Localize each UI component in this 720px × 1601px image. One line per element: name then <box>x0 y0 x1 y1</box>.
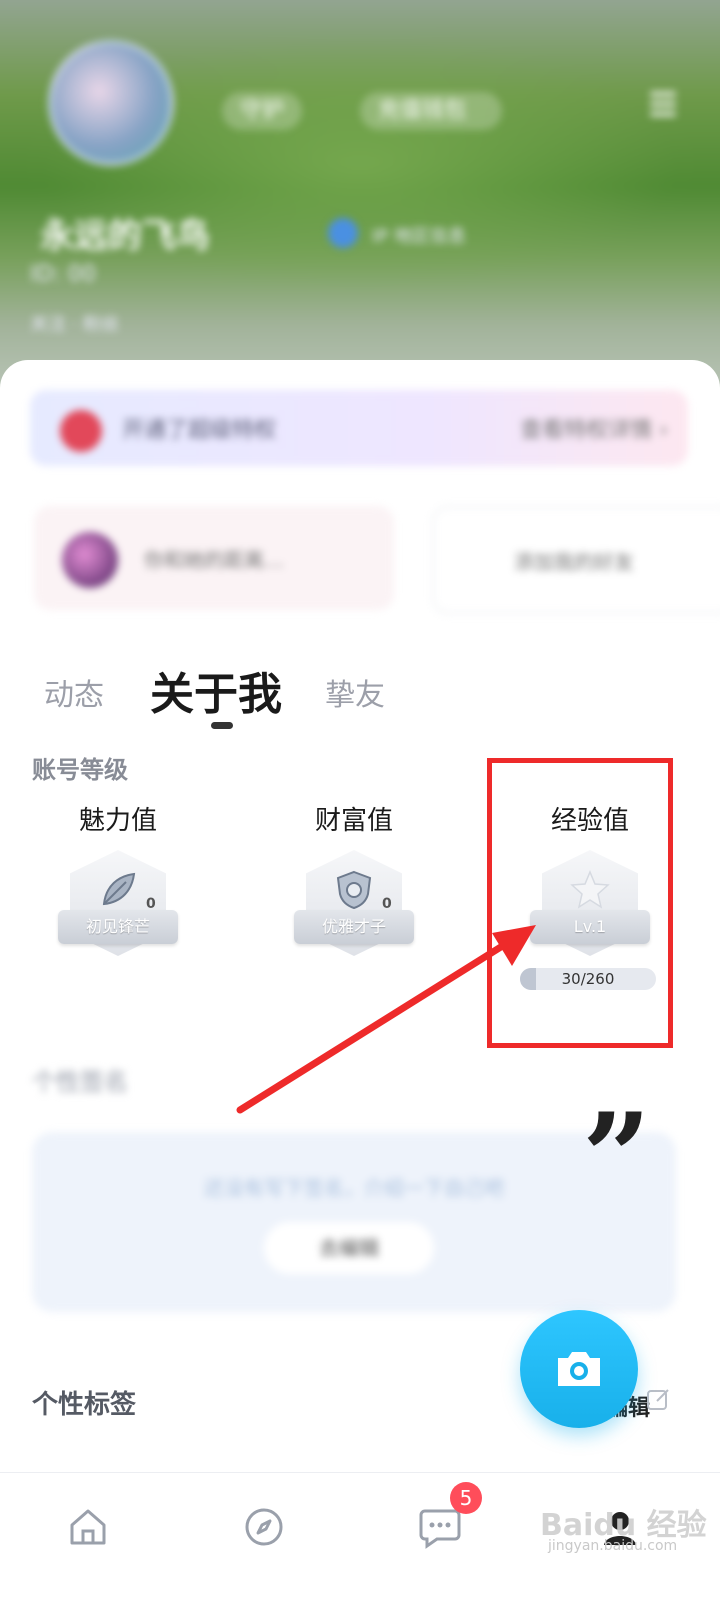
vip-banner[interactable]: 开通了超级特权 查看特权详情 › <box>30 390 688 466</box>
message-count-badge: 5 <box>450 1482 482 1514</box>
nav-discover[interactable] <box>234 1497 294 1557</box>
camera-icon <box>558 1352 600 1386</box>
tab-dynamic[interactable]: 动态 <box>44 670 104 714</box>
vip-banner-action[interactable]: 查看特权详情 › <box>520 412 668 444</box>
wallet-chip[interactable]: 充值钱包 <box>360 92 502 130</box>
tab-close-friends[interactable]: 挚友 <box>325 670 385 714</box>
guard-chip[interactable]: 守护 <box>222 92 303 130</box>
wealth-label: 财富值 <box>314 806 393 836</box>
camera-button[interactable] <box>520 1310 638 1428</box>
vip-icon <box>60 410 102 452</box>
vip-banner-text: 开通了超级特权 <box>122 418 277 443</box>
profile-header: 守护 充值钱包 永远的飞鸟 IP 地区信息 ID: 00 关注 · 粉丝 <box>0 0 720 420</box>
signature-card: 还没有写下签名，介绍一下自己吧 去编辑 <box>32 1132 676 1312</box>
signature-title: 个性签名 <box>32 1068 128 1096</box>
charm-badge-title: 初见锋芒 <box>58 910 178 944</box>
baidu-watermark-url: jingyan.baidu.com <box>548 1538 678 1554</box>
edit-icon[interactable] <box>646 1386 672 1412</box>
profile-tabs: 动态 关于我 挚友 <box>0 652 720 732</box>
signature-text: 还没有写下签名，介绍一下自己吧 <box>204 1176 504 1200</box>
compass-icon <box>245 1508 283 1546</box>
follow-stats[interactable]: 关注 · 粉丝 <box>30 310 119 336</box>
nav-home[interactable] <box>58 1497 118 1557</box>
ip-location: IP 地区信息 <box>372 226 466 247</box>
tags-title: 个性标签 <box>32 1390 137 1420</box>
user-name: 永远的飞鸟 <box>40 216 210 256</box>
home-icon <box>70 1509 106 1545</box>
edit-signature-button[interactable]: 去编辑 <box>264 1222 434 1274</box>
partner-avatar <box>62 532 118 588</box>
quote-mark-icon: ” <box>582 1087 652 1228</box>
account-level-title: 账号等级 <box>32 756 128 784</box>
relation-card-text: 你和她的距离… <box>144 548 284 572</box>
leaf-icon <box>96 868 140 912</box>
menu-icon[interactable] <box>650 86 676 124</box>
annotation-highlight-box <box>487 758 673 1048</box>
charm-level[interactable]: 魅力值 0 初见锋芒 <box>18 800 218 1000</box>
user-avatar[interactable] <box>48 40 174 166</box>
user-id: ID: 00 <box>30 262 96 287</box>
tab-indicator <box>211 722 233 729</box>
add-friend-card[interactable]: 添加我的好友 <box>432 506 720 614</box>
relation-card[interactable]: 你和她的距离… <box>34 506 394 610</box>
chat-icon <box>419 1509 461 1549</box>
wealth-badge-title: 优雅才子 <box>294 910 414 944</box>
shield-icon <box>332 868 376 912</box>
wealth-level[interactable]: 财富值 0 优雅才子 <box>254 800 454 1000</box>
charm-label: 魅力值 <box>78 806 157 836</box>
add-friend-text: 添加我的好友 <box>514 550 634 574</box>
verified-icon <box>328 218 358 248</box>
tab-about-me[interactable]: 关于我 <box>150 658 282 722</box>
